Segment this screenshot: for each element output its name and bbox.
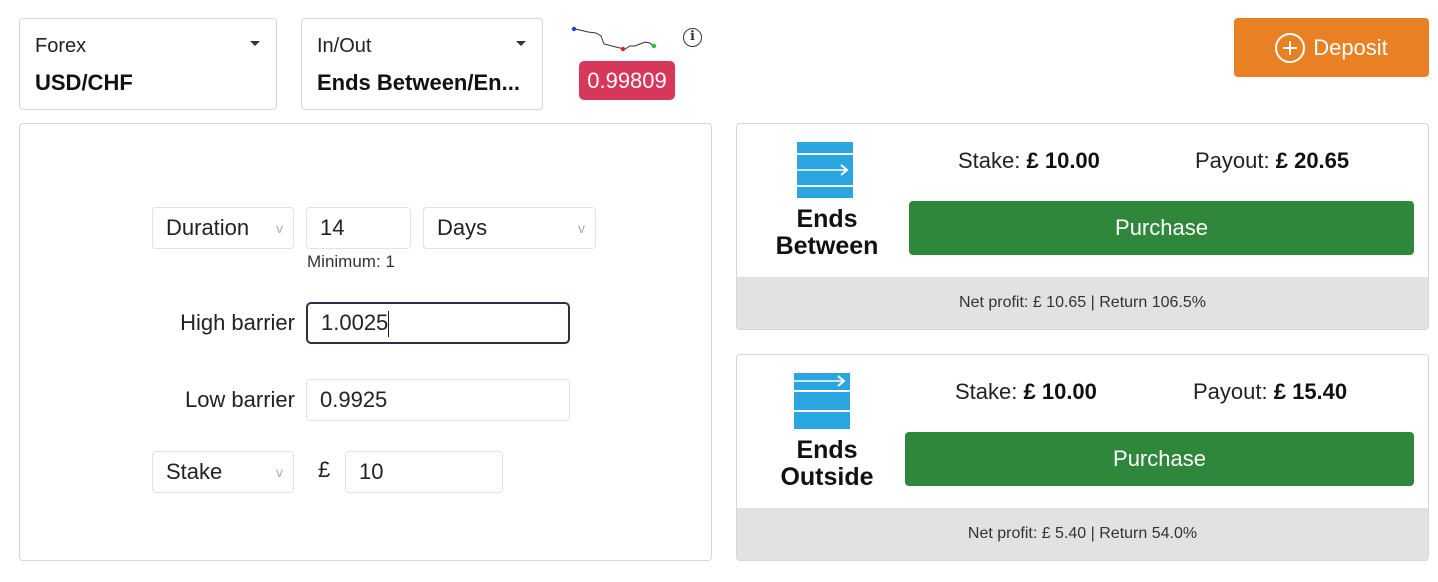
- duration-unit-value: Days: [437, 215, 488, 240]
- spot-price-badge: 0.99809: [579, 61, 675, 100]
- low-barrier-label: Low barrier: [184, 387, 295, 412]
- stake-label: Stake:: [958, 148, 1021, 173]
- duration-type-value: Duration: [166, 215, 250, 240]
- payout-amount: £ 15.40: [1273, 379, 1348, 404]
- contract-name-line1: Ends: [796, 205, 858, 233]
- stake-info: Stake: £ 10.00: [955, 379, 1097, 405]
- price-sparkline: [571, 26, 657, 52]
- trade-parameters-panel: Duration v 14 Days v Minimum: 1 High bar…: [19, 123, 712, 561]
- duration-input[interactable]: 14: [306, 207, 411, 249]
- deposit-label: Deposit: [1313, 34, 1388, 60]
- contract-name-line2: Between: [775, 232, 879, 260]
- stake-type-value: Stake: [166, 459, 223, 484]
- payout-amount: £ 20.65: [1275, 148, 1350, 173]
- purchase-button[interactable]: Purchase: [909, 201, 1414, 255]
- info-icon[interactable]: i: [683, 28, 702, 47]
- net-profit-info: Net profit: £ 5.40 | Return 54.0%: [737, 508, 1428, 560]
- contract-name-line2: Outside: [780, 463, 874, 491]
- text-cursor: [388, 311, 390, 338]
- contract-name: Ends Between: [737, 206, 917, 260]
- purchase-button[interactable]: Purchase: [905, 432, 1414, 486]
- payout-info: Payout: £ 15.40: [1193, 379, 1347, 405]
- stake-amount: £ 10.00: [1023, 379, 1097, 404]
- low-barrier-input[interactable]: 0.9925: [306, 379, 570, 421]
- high-barrier-value: 1.0025: [321, 310, 389, 335]
- payout-label: Payout:: [1195, 148, 1270, 173]
- chevron-down-icon: v: [276, 464, 283, 480]
- contract-card-ends-between: Ends Between Stake: £ 10.00 Payout: £ 20…: [736, 123, 1429, 330]
- trade-type-value: Ends Between/En...: [317, 70, 520, 95]
- caret-down-icon: [516, 41, 526, 46]
- plus-circle-icon: [1275, 32, 1306, 63]
- trade-type-category: In/Out: [317, 35, 372, 57]
- duration-unit-select[interactable]: Days v: [423, 207, 596, 249]
- chevron-down-icon: v: [276, 220, 283, 236]
- caret-down-icon: [250, 41, 260, 46]
- market-selector[interactable]: Forex USD/CHF: [19, 18, 277, 110]
- ends-outside-icon: [794, 373, 850, 429]
- stake-input[interactable]: 10: [345, 451, 503, 493]
- chevron-down-icon: v: [578, 220, 585, 236]
- contract-card-ends-outside: Ends Outside Stake: £ 10.00 Payout: £ 15…: [736, 354, 1429, 561]
- trade-type-selector[interactable]: In/Out Ends Between/En...: [301, 18, 543, 110]
- contract-name-line1: Ends: [796, 436, 858, 464]
- high-barrier-label: High barrier: [180, 310, 295, 335]
- market-category: Forex: [35, 35, 87, 57]
- market-symbol: USD/CHF: [35, 70, 133, 95]
- net-profit-info: Net profit: £ 10.65 | Return 106.5%: [737, 277, 1428, 329]
- stake-type-select[interactable]: Stake v: [152, 451, 294, 493]
- stake-label: Stake:: [955, 379, 1018, 404]
- contract-name: Ends Outside: [737, 437, 917, 491]
- deposit-button[interactable]: Deposit: [1234, 18, 1429, 77]
- stake-amount: £ 10.00: [1026, 148, 1100, 173]
- high-barrier-input[interactable]: 1.0025: [306, 302, 570, 344]
- duration-type-select[interactable]: Duration v: [152, 207, 294, 249]
- ends-between-icon: [797, 142, 853, 198]
- payout-info: Payout: £ 20.65: [1195, 148, 1349, 174]
- duration-minimum-hint: Minimum: 1: [307, 252, 395, 271]
- payout-label: Payout:: [1193, 379, 1268, 404]
- currency-symbol: £: [318, 457, 331, 482]
- stake-info: Stake: £ 10.00: [958, 148, 1100, 174]
